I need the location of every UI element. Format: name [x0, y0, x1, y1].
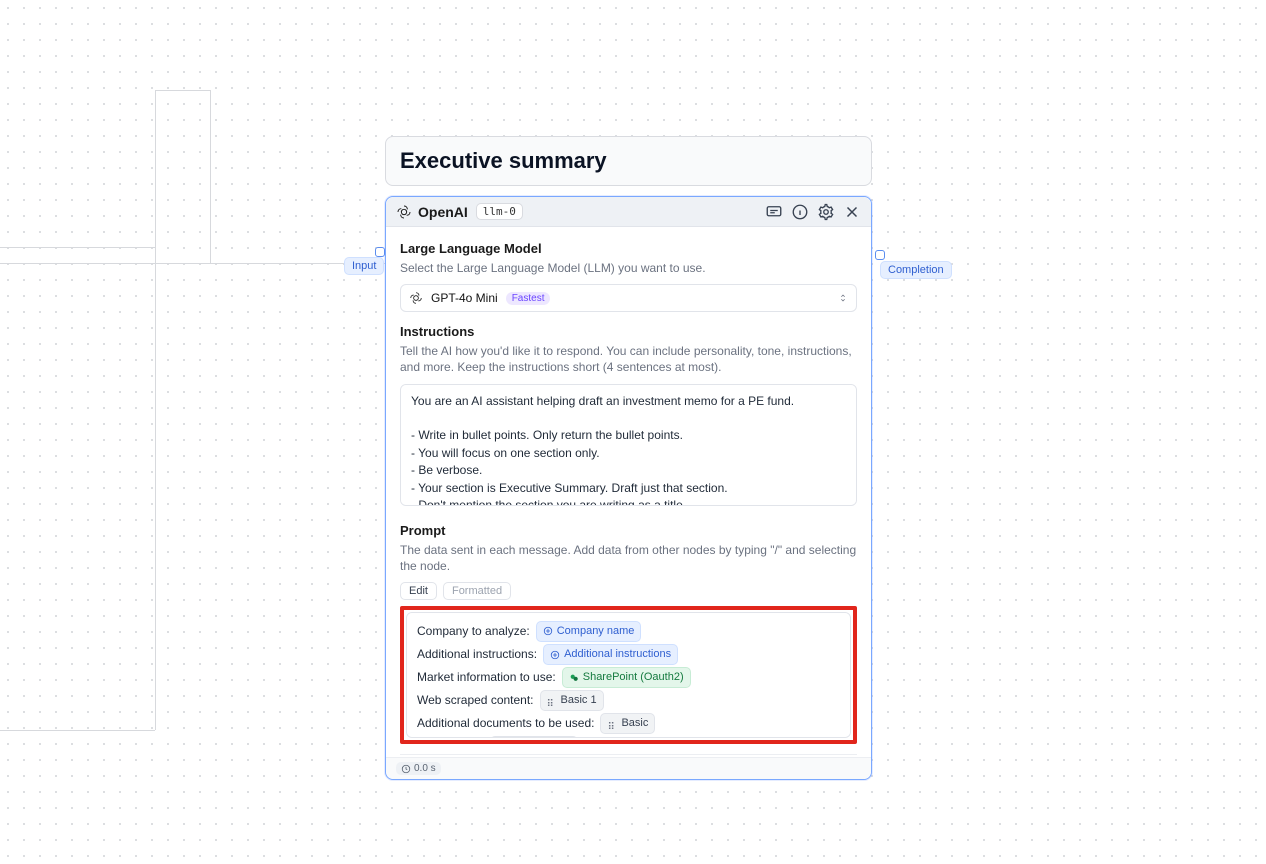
variable-icon: [550, 650, 560, 660]
canvas-wire: [0, 730, 155, 731]
model-badge: Fastest: [506, 292, 551, 305]
clock-icon: [401, 764, 411, 774]
node-header: OpenAI llm-0: [386, 197, 871, 227]
prompt-line-label: Web search:: [417, 737, 484, 738]
input-port-label[interactable]: Input: [344, 257, 384, 275]
model-selected-label: GPT-4o Mini: [431, 291, 498, 305]
node-ref-icon: [547, 696, 557, 706]
prompt-highlight-frame: Company to analyze: Company name Additiona…: [400, 606, 857, 744]
variable-icon: [543, 626, 553, 636]
prompt-chip[interactable]: Web Search: [490, 736, 578, 738]
input-port-dot[interactable]: [375, 247, 385, 257]
canvas-wire: [155, 90, 210, 91]
prompt-line-label: Company to analyze:: [417, 622, 530, 641]
sharepoint-icon: [569, 673, 579, 683]
prompt-line[interactable]: Web scraped content: Basic 1: [417, 690, 840, 711]
prompt-chip-label: Additional instructions: [564, 646, 671, 663]
updown-icon: [838, 293, 848, 303]
chat-icon[interactable]: [765, 203, 783, 221]
gear-icon[interactable]: [817, 203, 835, 221]
instructions-section-subtitle: Tell the AI how you'd like it to respond…: [400, 343, 857, 375]
node-brand-label: OpenAI: [418, 204, 468, 220]
prompt-line-label: Web scraped content:: [417, 691, 534, 710]
tab-formatted[interactable]: Formatted: [443, 582, 511, 600]
prompt-chip-label: Basic 1: [561, 692, 597, 709]
prompt-line[interactable]: Market information to use: SharePoint (Oa…: [417, 667, 840, 688]
output-port-dot[interactable]: [875, 250, 885, 260]
prompt-chip[interactable]: Basic: [600, 713, 655, 734]
prompt-chip-label: SharePoint (Oauth2): [583, 669, 684, 686]
prompt-chip[interactable]: Additional instructions: [543, 644, 678, 665]
timing-badge: 0.0 s: [396, 762, 441, 775]
prompt-line[interactable]: Company to analyze: Company name: [417, 621, 840, 642]
prompt-line-label: Market information to use:: [417, 668, 556, 687]
canvas-wire: [210, 90, 211, 263]
openai-icon: [409, 291, 423, 305]
prompt-line[interactable]: Additional documents to be used: Basic: [417, 713, 840, 734]
prompt-chip[interactable]: SharePoint (Oauth2): [562, 667, 691, 688]
prompt-chip-label: Basic: [621, 715, 648, 732]
prompt-line-label: Additional instructions:: [417, 645, 537, 664]
canvas-wire: [0, 263, 387, 264]
tab-edit[interactable]: Edit: [400, 582, 437, 600]
prompt-line-label: Additional documents to be used:: [417, 714, 594, 733]
group-title: Executive summary: [400, 148, 607, 174]
node-id-chip[interactable]: llm-0: [476, 203, 523, 220]
model-section-subtitle: Select the Large Language Model (LLM) yo…: [400, 260, 857, 276]
node-brand: OpenAI: [396, 204, 468, 220]
prompt-chip[interactable]: Basic 1: [540, 690, 604, 711]
output-port-label[interactable]: Completion: [880, 261, 952, 279]
prompt-section-title: Prompt: [400, 523, 857, 538]
group-title-card[interactable]: Executive summary: [385, 136, 872, 186]
instructions-textarea[interactable]: [400, 384, 857, 506]
prompt-chip[interactable]: Company name: [536, 621, 642, 642]
prompt-chip-label: Company name: [557, 623, 635, 640]
instructions-section-title: Instructions: [400, 324, 857, 339]
node-body: Large Language Model Select the Large La…: [386, 227, 871, 757]
prompt-section-subtitle: The data sent in each message. Add data …: [400, 542, 857, 574]
canvas-wire: [155, 90, 156, 730]
prompt-line[interactable]: Web search: Web Search: [417, 736, 840, 738]
prompt-editor[interactable]: Company to analyze: Company name Additiona…: [406, 612, 851, 738]
node-footer: 0.0 s: [386, 757, 871, 779]
node-ref-icon: [607, 719, 617, 729]
prompt-line[interactable]: Additional instructions: Additional instr…: [417, 644, 840, 665]
model-section-title: Large Language Model: [400, 241, 857, 256]
openai-icon: [396, 204, 412, 220]
timing-value: 0.0 s: [414, 763, 436, 774]
close-icon[interactable]: [843, 203, 861, 221]
llm-node[interactable]: OpenAI llm-0 Large Language Model Select…: [385, 196, 872, 780]
canvas-wire: [0, 247, 155, 248]
prompt-tabs: Edit Formatted: [400, 582, 857, 600]
model-select[interactable]: GPT-4o Mini Fastest: [400, 284, 857, 312]
info-icon[interactable]: [791, 203, 809, 221]
